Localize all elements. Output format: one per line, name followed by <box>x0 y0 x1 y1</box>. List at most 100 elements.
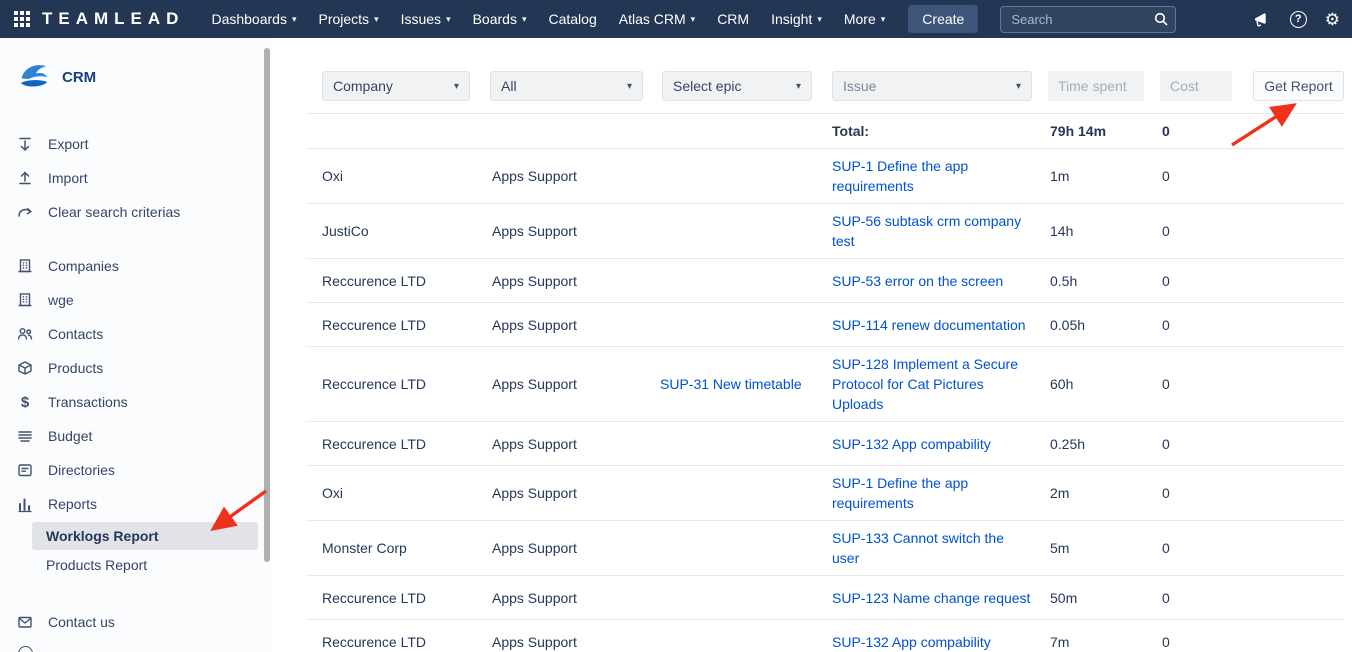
sidebar-item-budget[interactable]: Budget <box>0 419 272 453</box>
sidebar-item-directories[interactable]: Directories <box>0 453 272 487</box>
cell-time-spent: 0.05h <box>1050 315 1162 335</box>
issue-link[interactable]: SUP-133 Cannot switch the user <box>832 530 1004 566</box>
issue-link[interactable]: SUP-132 App compability <box>832 436 991 452</box>
chevron-down-icon: ▾ <box>374 14 379 25</box>
cell-project: Apps Support <box>492 221 660 241</box>
sidebar-item-label: Products Report <box>46 557 147 573</box>
cell-cost: 0 <box>1162 434 1253 454</box>
issue-link[interactable]: SUP-128 Implement a Secure Protocol for … <box>832 356 1018 412</box>
issue-link[interactable]: SUP-123 Name change request <box>832 590 1030 606</box>
card-icon <box>16 461 34 479</box>
sidebar-item-wge[interactable]: wge <box>0 283 272 317</box>
cell-project: Apps Support <box>492 632 660 652</box>
create-button[interactable]: Create <box>908 5 978 33</box>
project-filter-select[interactable]: All▾ <box>490 71 643 101</box>
get-report-button[interactable]: Get Report <box>1253 71 1344 101</box>
search-icon[interactable] <box>1153 11 1169 32</box>
report-filters: Company▾ All▾ Select epic▾ Issue▾ Get Re… <box>272 71 1344 101</box>
teamlead-logo[interactable]: TEAMLEAD <box>42 9 184 29</box>
chevron-down-icon: ▾ <box>522 14 527 25</box>
nav-right-icons: ? ⚙ <box>1252 10 1340 28</box>
sidebar-item-companies[interactable]: Companies <box>0 249 272 283</box>
issue-filter-select[interactable]: Issue▾ <box>832 71 1032 101</box>
cell-cost: 0 <box>1162 271 1253 291</box>
total-cost: 0 <box>1162 121 1253 141</box>
nav-label: More <box>844 11 876 27</box>
chevron-down-icon: ▾ <box>446 14 451 25</box>
epic-filter-select[interactable]: Select epic▾ <box>662 71 812 101</box>
building-icon <box>16 291 34 309</box>
cell-project: Apps Support <box>492 483 660 503</box>
epic-link[interactable]: SUP-31 New timetable <box>660 376 802 392</box>
sidebar-item-products[interactable]: Products <box>0 351 272 385</box>
cell-time-spent: 7m <box>1050 632 1162 652</box>
nav-label: Catalog <box>548 11 596 27</box>
nav-label: Issues <box>401 11 441 27</box>
sidebar-item-clear-search[interactable]: Clear search criterias <box>0 195 272 229</box>
nav-crm[interactable]: CRM <box>706 0 760 38</box>
gear-icon[interactable]: ⚙ <box>1325 11 1340 28</box>
help-circle-icon[interactable] <box>18 646 33 652</box>
cell-company: Monster Corp <box>322 538 492 558</box>
help-icon[interactable]: ? <box>1290 11 1307 28</box>
table-row: Oxi Apps Support SUP-1 Define the app re… <box>306 149 1344 204</box>
sidebar-item-contact-us[interactable]: Contact us <box>0 605 272 639</box>
time-spent-input[interactable] <box>1048 71 1144 101</box>
cell-company: Reccurence LTD <box>322 315 492 335</box>
cell-time-spent: 0.5h <box>1050 271 1162 291</box>
nav-issues[interactable]: Issues ▾ <box>390 0 462 38</box>
issue-link[interactable]: SUP-53 error on the screen <box>832 273 1003 289</box>
envelope-icon <box>16 613 34 631</box>
nav-label: Projects <box>318 11 369 27</box>
issue-link[interactable]: SUP-1 Define the app requirements <box>832 475 968 511</box>
nav-more[interactable]: More▾ <box>833 0 896 38</box>
sidebar-item-products-report[interactable]: Products Report <box>32 551 258 579</box>
sidebar-item-label: Reports <box>48 496 97 512</box>
cell-time-spent: 5m <box>1050 538 1162 558</box>
nav-label: Atlas CRM <box>619 11 686 27</box>
sidebar-item-reports[interactable]: Reports <box>0 487 272 521</box>
issue-link[interactable]: SUP-132 App compability <box>832 634 991 650</box>
table-row: Reccurence LTD Apps Support SUP-132 App … <box>306 620 1344 652</box>
search-input[interactable] <box>1000 6 1176 33</box>
sidebar-item-label: Import <box>48 170 88 186</box>
cell-project: Apps Support <box>492 588 660 608</box>
nav-boards[interactable]: Boards▾ <box>462 0 538 38</box>
megaphone-icon[interactable] <box>1252 10 1272 28</box>
cell-cost: 0 <box>1162 483 1253 503</box>
cell-company: Reccurence LTD <box>322 632 492 652</box>
company-filter-select[interactable]: Company▾ <box>322 71 470 101</box>
nav-insight[interactable]: Insight▾ <box>760 0 833 38</box>
sidebar-item-worklogs-report[interactable]: Worklogs Report <box>32 522 258 550</box>
search-box <box>1000 6 1176 33</box>
table-row: Reccurence LTD Apps Support SUP-31 New t… <box>306 347 1344 422</box>
app-switcher-icon[interactable] <box>14 11 30 27</box>
cell-cost: 0 <box>1162 166 1253 186</box>
select-value: Issue <box>843 78 876 94</box>
issue-link[interactable]: SUP-56 subtask crm company test <box>832 213 1021 249</box>
sidebar-item-import[interactable]: Import <box>0 161 272 195</box>
sidebar-item-label: Budget <box>48 428 92 444</box>
table-row: Reccurence LTD Apps Support SUP-114 rene… <box>306 303 1344 347</box>
sidebar-item-export[interactable]: Export <box>0 127 272 161</box>
chevron-down-icon: ▾ <box>817 14 822 25</box>
sidebar-item-contacts[interactable]: Contacts <box>0 317 272 351</box>
cell-time-spent: 14h <box>1050 221 1162 241</box>
issue-link[interactable]: SUP-114 renew documentation <box>832 317 1026 333</box>
sidebar-scrollbar[interactable] <box>264 48 270 562</box>
sidebar-item-label: Products <box>48 360 103 376</box>
cell-company: Reccurence LTD <box>322 434 492 454</box>
lines-icon <box>16 427 34 445</box>
nav-projects[interactable]: Projects ▾ <box>307 0 389 38</box>
issue-link[interactable]: SUP-1 Define the app requirements <box>832 158 968 194</box>
sidebar-item-transactions[interactable]: $ Transactions <box>0 385 272 419</box>
sidebar-item-label: Contact us <box>48 614 115 630</box>
cost-input[interactable] <box>1160 71 1232 101</box>
cell-time-spent: 0.25h <box>1050 434 1162 454</box>
nav-catalog[interactable]: Catalog <box>537 0 607 38</box>
chevron-down-icon: ▾ <box>796 81 801 92</box>
table-row: Reccurence LTD Apps Support SUP-132 App … <box>306 422 1344 466</box>
cell-company: JustiCo <box>322 221 492 241</box>
nav-dashboards[interactable]: Dashboards▾ <box>200 0 307 38</box>
nav-atlas-crm[interactable]: Atlas CRM▾ <box>608 0 706 38</box>
